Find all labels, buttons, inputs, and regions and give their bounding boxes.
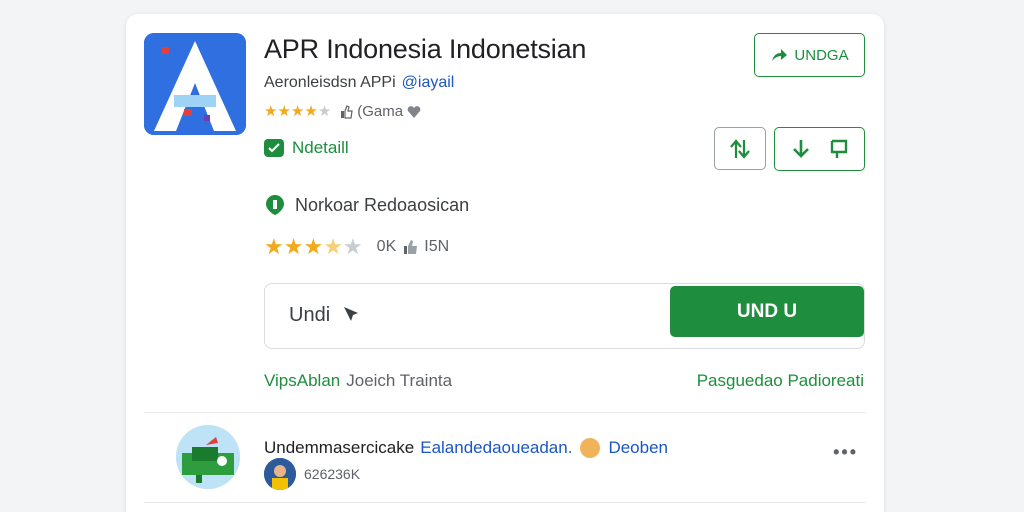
star-icon: ★ xyxy=(264,234,284,259)
secondary-rating: ★ ★ ★ ★ ★ 0K I5N xyxy=(264,236,449,258)
more-options-icon[interactable]: ••• xyxy=(833,442,858,463)
app-developer: Aeronleisdsn APPi xyxy=(264,74,396,91)
search-submit-button[interactable]: UND U xyxy=(670,286,864,337)
comment-meta: 626236K xyxy=(304,466,361,482)
location-pin-icon xyxy=(266,195,284,215)
update-label: UNDGA xyxy=(794,46,849,64)
star-half-icon: ★ xyxy=(323,234,343,259)
divider xyxy=(144,412,866,413)
search-field[interactable]: Undi UND U xyxy=(264,283,865,349)
thumb-icon xyxy=(341,104,353,119)
rating-meta: (Gama xyxy=(357,103,404,120)
rating-count: 0K xyxy=(376,238,397,255)
app-subtitle: Aeronleisdsn APPi @iayail xyxy=(264,74,454,92)
bottom-left-link[interactable]: VipsAblan Joeich Trainta xyxy=(264,371,452,391)
cursor-arrow-icon xyxy=(343,307,358,321)
app-logo-icon xyxy=(144,33,246,135)
rating-meta-2: I5N xyxy=(424,238,450,255)
update-button[interactable]: UNDGA xyxy=(754,33,865,77)
heart-shield-icon xyxy=(407,105,421,118)
divider xyxy=(144,502,866,503)
app-title: APR Indonesia Indonetsian xyxy=(264,34,587,64)
action-buttons xyxy=(774,127,865,171)
bookmark-flag-icon[interactable] xyxy=(828,138,850,160)
star-empty-icon: ★ xyxy=(342,234,363,259)
thumb-icon xyxy=(404,240,418,254)
avatar[interactable] xyxy=(264,458,296,490)
share-arrows-icon xyxy=(730,138,750,159)
emoji-icon xyxy=(580,438,601,458)
verified-label: Ndetaill xyxy=(292,138,349,157)
comment-tag[interactable]: Deoben xyxy=(608,438,668,458)
star-icon: ★ xyxy=(290,103,305,120)
share-button[interactable] xyxy=(714,127,766,170)
star-icon: ★ xyxy=(303,234,324,259)
search-input[interactable]: Undi xyxy=(289,304,360,327)
verified-badge: Ndetaill xyxy=(264,138,349,158)
network-row: Norkoar Redoaosican xyxy=(264,194,469,216)
verified-check-icon xyxy=(264,139,284,157)
star-half-icon: ★ xyxy=(317,103,332,120)
download-arrow-icon[interactable] xyxy=(789,137,813,161)
app-card: APR Indonesia Indonetsian Aeronleisdsn A… xyxy=(126,14,884,512)
comment-thumbnail xyxy=(176,425,240,489)
link-gray-text: Joeich Trainta xyxy=(346,371,453,390)
app-rating: ★ ★ ★ ★ ★ (Gama xyxy=(264,103,421,120)
share-arrow-icon xyxy=(772,49,788,61)
star-icon: ★ xyxy=(283,234,304,259)
comment-text: Undemmasercicake Ealandedaoueadan. Deoben xyxy=(264,438,668,458)
comment-link[interactable]: Ealandedaoueadan. xyxy=(420,438,572,458)
rating-stars: ★ ★ ★ ★ ★ xyxy=(264,104,331,119)
star-icon: ★ xyxy=(304,103,318,120)
star-icon: ★ xyxy=(277,103,291,120)
network-label: Norkoar Redoaosican xyxy=(295,194,470,215)
rating-stars-2: ★ ★ ★ ★ ★ xyxy=(264,236,363,258)
star-icon: ★ xyxy=(264,103,278,120)
developer-link[interactable]: @iayail xyxy=(402,74,455,91)
link-green-text: VipsAblan xyxy=(264,371,341,390)
bottom-right-link[interactable]: Pasguedao Padioreati xyxy=(697,371,864,391)
